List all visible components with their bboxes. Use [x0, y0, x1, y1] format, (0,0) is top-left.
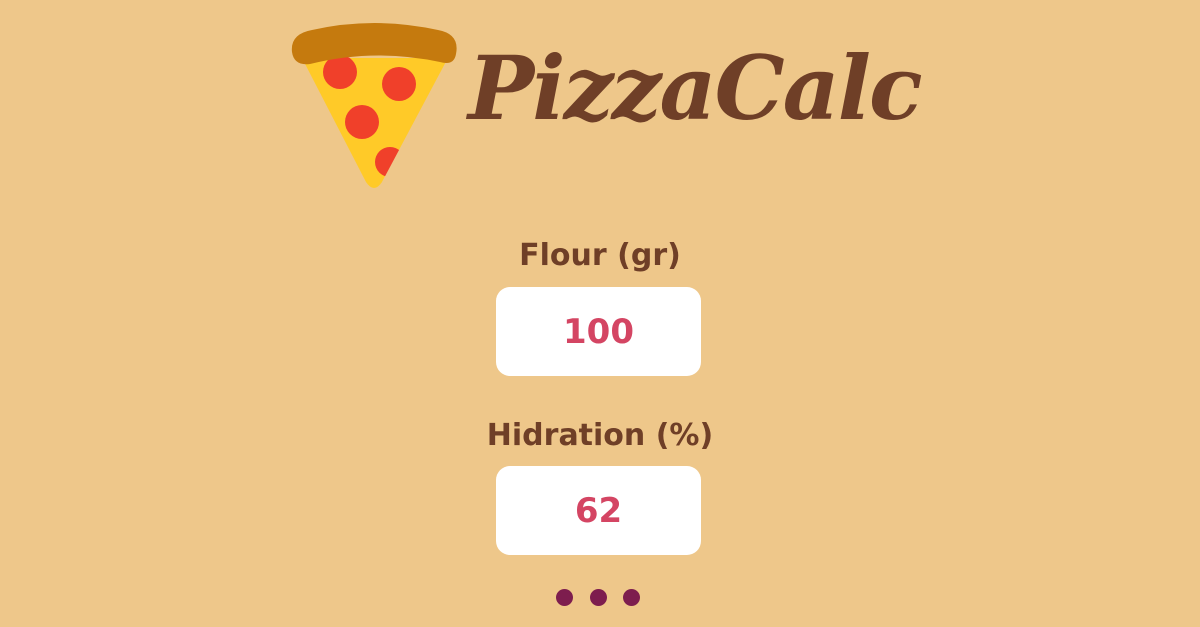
app-logo: PizzaCalc [290, 22, 930, 192]
more-dots-icon[interactable] [556, 589, 646, 607]
hydration-input[interactable] [496, 466, 701, 555]
flour-label: Flour (gr) [519, 238, 681, 273]
dot-3 [623, 589, 640, 606]
pizza-slice-icon [291, 23, 460, 188]
dot-1 [556, 589, 573, 606]
app-title: PizzaCalc [468, 36, 923, 140]
flour-input[interactable] [496, 287, 701, 376]
dot-2 [590, 589, 607, 606]
hydration-label: Hidration (%) [486, 418, 714, 453]
